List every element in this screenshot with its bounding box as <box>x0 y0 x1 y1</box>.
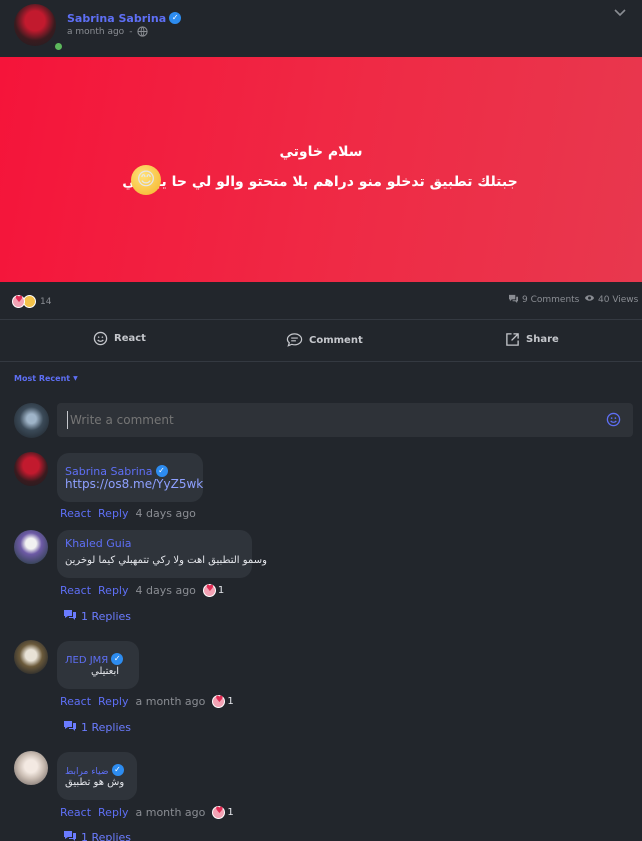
globe-icon <box>137 26 149 37</box>
replies-label: 1 Replies <box>81 720 132 734</box>
comment-button[interactable]: Comment <box>286 332 363 348</box>
online-indicator <box>54 42 63 51</box>
comment-reaction-count: 1 <box>227 807 234 818</box>
banner-line-1: سلام خاوتي <box>279 144 363 160</box>
comment-bubble: Sabrina Sabrina ✓ https://os8.me/YyZ5wk <box>57 453 203 502</box>
comment-reply-link[interactable]: Reply <box>98 695 128 708</box>
comment-react-link[interactable]: React <box>60 584 91 597</box>
sort-dropdown[interactable]: Most Recent ▼ <box>14 374 78 383</box>
comments-icon <box>508 294 519 306</box>
comment-time: 4 days ago <box>135 507 196 520</box>
comments-count[interactable]: 9 Comments <box>522 295 579 305</box>
comment-author[interactable]: ضياء مرابط <box>65 767 109 777</box>
comment-reaction-count: 1 <box>227 696 234 707</box>
commenter-avatar[interactable] <box>14 751 48 785</box>
eye-icon <box>584 294 595 305</box>
post-time[interactable]: a month ago <box>67 27 124 37</box>
comment-text: ابعتيلي <box>91 666 120 677</box>
replies-icon <box>63 609 77 623</box>
comment-reply-link[interactable]: Reply <box>98 507 128 520</box>
commenter-avatar[interactable] <box>14 530 48 564</box>
verified-icon: ✓ <box>111 652 124 665</box>
view-replies-button[interactable]: 1 Replies <box>63 830 131 841</box>
comment-time: a month ago <box>135 806 206 819</box>
post-options-chevron-icon[interactable] <box>612 5 628 19</box>
divider <box>0 319 642 320</box>
caret-down-icon: ▼ <box>73 375 78 382</box>
commenter-avatar[interactable] <box>14 640 48 674</box>
comment-author[interactable]: Khaled Guia <box>65 537 132 550</box>
post-author-name[interactable]: Sabrina Sabrina <box>67 12 166 25</box>
love-reaction-icon <box>212 695 226 708</box>
view-replies-button[interactable]: 1 Replies <box>63 720 131 734</box>
view-replies-button[interactable]: 1 Replies <box>63 609 131 623</box>
comment-react-link[interactable]: React <box>60 507 91 520</box>
comment-input[interactable] <box>67 411 587 429</box>
author-avatar[interactable] <box>14 4 56 46</box>
comment-author[interactable]: ЛЕD JMЯ <box>65 655 108 666</box>
love-reaction-icon <box>202 584 216 597</box>
comment-time: 4 days ago <box>135 584 196 597</box>
comment-react-link[interactable]: React <box>60 806 91 819</box>
comment-time: a month ago <box>135 695 206 708</box>
comment-reply-link[interactable]: Reply <box>98 806 128 819</box>
replies-label: 1 Replies <box>81 830 132 841</box>
comment-icon <box>286 333 303 347</box>
sort-label: Most Recent <box>14 374 71 383</box>
post-banner <box>0 57 642 282</box>
comment-bubble: ضياء مرابط ✓ وش هو تطبيق <box>57 752 137 800</box>
comment-reaction-count: 1 <box>217 585 225 596</box>
comment-bubble: Khaled Guia وسمو التطبيق اهت ولا ركي تتم… <box>57 530 267 578</box>
comment-input-box[interactable] <box>57 403 633 437</box>
reaction-summary[interactable]: 14 <box>12 295 51 308</box>
verified-icon: ✓ <box>169 11 182 24</box>
replies-icon <box>63 830 77 841</box>
divider <box>0 361 642 362</box>
smiling-emoji-icon: 😊 <box>131 165 161 195</box>
comment-label: Comment <box>309 334 363 346</box>
react-label: React <box>114 333 146 344</box>
replies-label: 1 Replies <box>81 609 132 623</box>
comment-text: وسمو التطبيق اهت ولا ركي تتمهبلي كيما لو… <box>65 555 267 566</box>
commenter-avatar[interactable] <box>14 452 48 486</box>
comment-text: وش هو تطبيق <box>65 777 125 788</box>
current-user-avatar <box>14 403 49 438</box>
share-icon <box>506 333 519 346</box>
emoji-picker-icon[interactable] <box>606 412 621 431</box>
separator: - <box>129 26 133 37</box>
verified-icon: ✓ <box>111 763 124 776</box>
smiley-icon <box>93 331 108 346</box>
views-count: 40 Views <box>598 294 639 305</box>
love-reaction-icon <box>12 295 25 308</box>
banner-line-2: جبتلك تطبيق تدخلو منو دراهم بلا متحتو وا… <box>122 174 518 190</box>
comment-bubble: ЛЕD JMЯ ✓ ابعتيلي <box>57 641 139 689</box>
comment-react-link[interactable]: React <box>60 695 91 708</box>
verified-icon: ✓ <box>155 464 168 477</box>
share-button[interactable]: Share <box>505 332 559 347</box>
reaction-count: 14 <box>40 296 52 307</box>
comment-reply-link[interactable]: Reply <box>98 584 128 597</box>
react-button[interactable]: React <box>93 331 146 346</box>
replies-icon <box>63 720 77 734</box>
share-label: Share <box>526 334 559 345</box>
love-reaction-icon <box>212 806 226 819</box>
comment-link[interactable]: https://os8.me/YyZ5wk <box>65 477 203 491</box>
